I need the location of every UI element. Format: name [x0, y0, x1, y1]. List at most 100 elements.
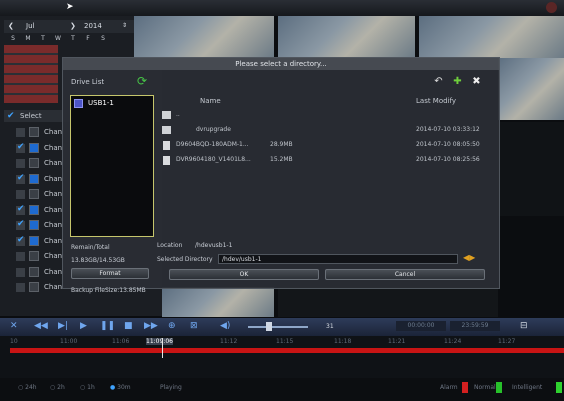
- file-date: 2014-07-10 08:25:56: [416, 156, 480, 163]
- channel-checkbox[interactable]: [16, 235, 25, 246]
- fullscreen-icon[interactable]: ⊠: [190, 321, 198, 331]
- close-playback-icon[interactable]: ✕: [10, 321, 18, 331]
- rewind-icon[interactable]: ◀◀: [34, 321, 48, 331]
- time-scale-option[interactable]: ● 30m: [110, 384, 131, 391]
- file-row[interactable]: D9604BQD-180ADM-1... 28.9MB 2014-07-10 08:…: [158, 140, 494, 151]
- video-tile-empty[interactable]: [278, 287, 498, 317]
- channel-icon[interactable]: [29, 204, 39, 215]
- recording-bar[interactable]: [10, 348, 564, 353]
- file-name: D9604BQD-180ADM-1...: [176, 141, 249, 148]
- video-tile[interactable]: [162, 287, 274, 317]
- channel-row[interactable]: Chan: [16, 282, 64, 293]
- channel-checkbox[interactable]: [16, 219, 25, 230]
- volume-icon[interactable]: ◀): [220, 321, 230, 331]
- refresh-icon[interactable]: ⟳: [137, 75, 150, 88]
- back-icon[interactable]: ↶: [433, 76, 444, 87]
- select-check-icon[interactable]: ✔: [7, 111, 15, 121]
- ok-button[interactable]: OK: [169, 269, 319, 280]
- channel-checkbox[interactable]: [16, 283, 25, 292]
- channel-icon[interactable]: [29, 235, 39, 246]
- channel-row[interactable]: Chan: [16, 158, 64, 169]
- channel-row[interactable]: Chan: [16, 266, 64, 278]
- channel-icon[interactable]: [29, 189, 39, 199]
- channel-icon[interactable]: [29, 220, 39, 230]
- channel-row[interactable]: Chan: [16, 204, 64, 216]
- legend-swatch: [556, 382, 562, 393]
- volume-handle[interactable]: [266, 322, 272, 331]
- channel-checkbox[interactable]: [16, 128, 25, 137]
- channel-label: Chan: [44, 252, 63, 260]
- timeline-tick: 11:21: [388, 338, 406, 345]
- file-row[interactable]: dvrupgrade 2014-07-10 03:33:12: [158, 125, 494, 136]
- video-tile[interactable]: [498, 58, 564, 120]
- calendar-days[interactable]: [4, 45, 58, 103]
- channel-icon[interactable]: [29, 158, 39, 168]
- channel-row[interactable]: Chan: [16, 127, 64, 138]
- step-back-icon[interactable]: ▶|: [58, 321, 68, 331]
- month-select[interactable]: Jul: [26, 22, 34, 30]
- channel-row[interactable]: Chan: [16, 219, 64, 231]
- file-list-header: Name Last Modify: [158, 96, 494, 107]
- close-icon[interactable]: [546, 2, 557, 13]
- channel-row[interactable]: Chan: [16, 173, 64, 185]
- pause-icon[interactable]: ❚❚: [100, 321, 115, 331]
- channel-row[interactable]: Chan: [16, 189, 64, 200]
- dir-nav-arrows-icon[interactable]: ◀▶: [463, 253, 475, 262]
- channel-row[interactable]: Chan: [16, 235, 64, 247]
- channel-checkbox[interactable]: [16, 252, 25, 261]
- time-scale-option[interactable]: ○ 1h: [80, 384, 95, 391]
- next-icon[interactable]: ❯: [70, 22, 76, 30]
- year-field[interactable]: 2014: [84, 22, 102, 30]
- channel-label: Chan: [44, 283, 63, 291]
- timeline-tick: 11:18: [334, 338, 352, 345]
- folder-icon: [162, 126, 171, 134]
- channel-icon[interactable]: [29, 127, 39, 137]
- format-button[interactable]: Format: [71, 268, 149, 279]
- time-scale-option[interactable]: ○ 2h: [50, 384, 65, 391]
- prev-month-icon[interactable]: ❮: [8, 22, 14, 30]
- time-scale-option[interactable]: ○ 24h: [18, 384, 37, 391]
- time-end-field[interactable]: 23:59:59: [450, 321, 500, 331]
- search-icon[interactable]: ⊟: [520, 321, 528, 331]
- video-tile[interactable]: [134, 16, 274, 58]
- timeline-cursor[interactable]: [162, 338, 163, 358]
- channel-icon[interactable]: [29, 282, 39, 292]
- selected-dir-field[interactable]: /hdev/usb1-1: [218, 254, 458, 264]
- channel-label: Chan: [44, 236, 63, 245]
- channel-icon[interactable]: [29, 142, 39, 153]
- channel-checkbox[interactable]: [16, 159, 25, 168]
- channel-icon[interactable]: [29, 266, 39, 277]
- timeline-tick: 11:24: [444, 338, 462, 345]
- file-size: 15.2MB: [270, 156, 293, 163]
- file-row[interactable]: DVR9604180_V1401L8... 15.2MB 2014-07-10 08…: [158, 155, 494, 166]
- fast-forward-icon[interactable]: ▶▶: [144, 321, 158, 331]
- new-folder-icon[interactable]: ✚: [452, 76, 463, 87]
- time-start-field[interactable]: 00:00:00: [396, 321, 446, 331]
- volume-slider[interactable]: [248, 326, 308, 328]
- drive-item-usb[interactable]: USB1-1: [74, 99, 148, 109]
- channel-checkbox[interactable]: [16, 204, 25, 215]
- video-tile[interactable]: [419, 16, 564, 58]
- channel-checkbox[interactable]: [16, 190, 25, 199]
- channel-checkbox[interactable]: [16, 142, 25, 153]
- file-row[interactable]: ..: [158, 110, 494, 121]
- year-stepper-icon[interactable]: ⇕: [122, 22, 127, 29]
- channel-row[interactable]: Chan: [16, 251, 64, 262]
- zoom-icon[interactable]: ⊕: [168, 321, 176, 331]
- video-tile[interactable]: [278, 16, 415, 58]
- video-tile-empty[interactable]: [498, 122, 564, 216]
- legend-swatch: [462, 382, 468, 393]
- cancel-button[interactable]: Cancel: [325, 269, 485, 280]
- time-scale-label: 2h: [57, 384, 65, 391]
- channel-checkbox[interactable]: [16, 267, 25, 277]
- remain-label: Remain/Total: [71, 244, 110, 251]
- backup-size: Backup FileSize:13.85MB: [71, 287, 146, 294]
- file-name: dvrupgrade: [196, 126, 231, 133]
- play-icon[interactable]: ▶: [80, 321, 87, 331]
- channel-checkbox[interactable]: [16, 173, 25, 184]
- channel-row[interactable]: Chan: [16, 142, 64, 154]
- channel-icon[interactable]: [29, 173, 39, 184]
- channel-icon[interactable]: [29, 251, 39, 261]
- delete-icon[interactable]: ✖: [471, 76, 482, 87]
- stop-icon[interactable]: ■: [124, 321, 133, 331]
